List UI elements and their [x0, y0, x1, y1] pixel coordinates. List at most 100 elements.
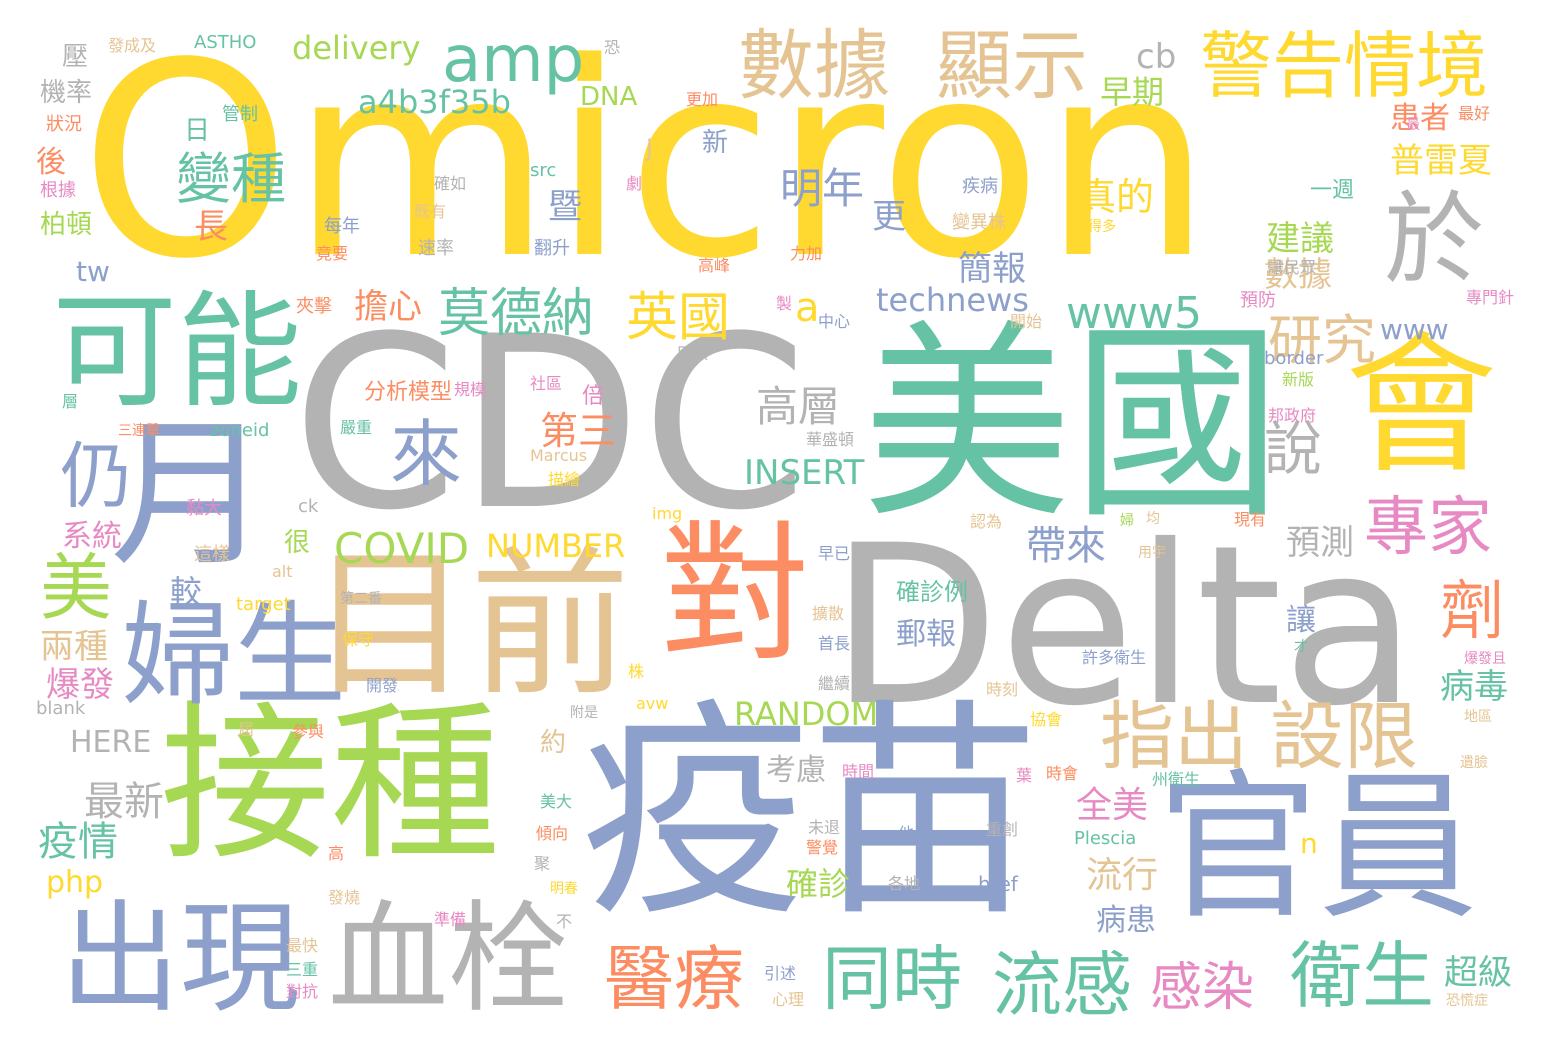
- word-reng: 仍: [60, 434, 133, 518]
- word-about: 約: [540, 728, 567, 758]
- word-sticky: 黏大: [186, 498, 222, 519]
- word-cai: 才: [1294, 639, 1308, 655]
- word-scale: 規模: [454, 380, 487, 399]
- word-appear: 出現: [60, 890, 300, 1029]
- word-super: 超級: [1444, 953, 1512, 993]
- word-alt: alt: [272, 562, 293, 581]
- word-rate: 速率: [418, 238, 454, 259]
- word-a: a: [795, 285, 820, 331]
- word-peak: 高峰: [698, 256, 731, 275]
- word-href: href: [978, 872, 1018, 896]
- word-cb: cb: [1136, 37, 1177, 77]
- word-meida: 美大: [540, 792, 573, 811]
- word-next-year: 明年: [780, 164, 865, 213]
- word-according: 根據: [40, 180, 76, 201]
- word-bei: 倍: [582, 384, 605, 409]
- word-xin: 新: [702, 128, 729, 158]
- word-geng: 更: [872, 197, 906, 237]
- word-center: 中心: [818, 312, 851, 331]
- word-hit-hard: 重創: [986, 820, 1019, 839]
- word-yu: 於: [1384, 181, 1484, 298]
- word-consider: 考慮: [766, 753, 826, 788]
- word-squeeze: 夾擊: [296, 296, 332, 317]
- word-src: src: [530, 160, 557, 181]
- word-psychology: 心理: [772, 990, 805, 1009]
- word-not: 不: [556, 912, 573, 931]
- word-gather: 聚: [534, 854, 551, 873]
- word-variant: 變種: [176, 147, 287, 211]
- word-region: 地區: [1464, 709, 1492, 725]
- word-medical: 醫療: [604, 938, 744, 1020]
- word-delivery: delivery: [292, 29, 421, 67]
- word-develop: 開發: [366, 676, 399, 695]
- word-fachengji: 發成及: [108, 36, 157, 55]
- word-cloud: Omicron CDC Delta 美國 疫苗 接種 目前 對 官員 會 月 可…: [0, 0, 1548, 1052]
- word-random: RANDOM: [734, 695, 879, 733]
- word-drama: 劇: [626, 174, 643, 193]
- word-really: 真的: [1078, 175, 1155, 219]
- word-avw: avw: [636, 694, 669, 713]
- word-continue: 繼續: [818, 674, 851, 693]
- word-make: 製: [776, 294, 793, 313]
- word-outbreak-and: 爆發且: [1464, 651, 1506, 667]
- word-variant-strain: 變異株: [952, 212, 1006, 233]
- word-possible: 可能: [52, 280, 302, 425]
- word-prevent: 預防: [1240, 290, 1276, 311]
- word-uk: 英國: [626, 288, 731, 348]
- word-limit: 設限: [1270, 694, 1418, 780]
- word-dose: 劑: [1440, 575, 1504, 649]
- word-php: php: [46, 865, 104, 900]
- word-association: 協會: [1030, 710, 1063, 729]
- word-a4b3f35b: a4b3f35b: [358, 83, 511, 121]
- word-federal: 邦政府: [1268, 406, 1317, 425]
- word-not-retreat: 未退: [808, 818, 841, 837]
- word-probability: 機率: [40, 78, 93, 108]
- word-kong: 恐: [604, 38, 621, 57]
- word-bring: 帶來: [1026, 523, 1106, 569]
- word-pulais: 普雷夏: [1390, 141, 1492, 181]
- word-ji: 暨: [548, 187, 582, 227]
- word-one-week: 一週: [1310, 178, 1355, 203]
- word-marcus: Marcus: [530, 446, 588, 465]
- word-simultaneous: 同時: [822, 938, 962, 1020]
- word-shihui: 時會: [1046, 764, 1079, 783]
- word-time: 時間: [842, 762, 875, 781]
- word-here: HERE: [70, 725, 152, 760]
- word-target: target: [236, 594, 291, 615]
- word-jun: 均: [1146, 511, 1160, 527]
- word-third: 第三: [540, 409, 617, 453]
- word-washington: 華盛頓: [806, 430, 855, 449]
- word-conservative: 保守: [342, 630, 375, 649]
- word-second: 第二番: [340, 591, 382, 607]
- word-officials: 官員: [1158, 754, 1479, 941]
- word-next-spring: 明春: [550, 881, 578, 897]
- word-vigilance: 警覺: [806, 838, 839, 857]
- word-worry: 擔心: [354, 287, 422, 327]
- word-compare: 較: [170, 573, 203, 611]
- word-let: 讓: [1286, 603, 1316, 638]
- word-ri: 日: [184, 116, 211, 146]
- word-jiao: 婦: [1120, 513, 1134, 529]
- word-situation: 疫情: [38, 819, 118, 865]
- word-flu: 流感: [992, 944, 1132, 1026]
- word-spread: 擴散: [812, 604, 845, 623]
- word-analysis-model: 分析模型: [364, 380, 453, 405]
- word-think: 認為: [970, 512, 1003, 531]
- word-public: 讓民眾: [1268, 258, 1317, 277]
- word-border: border: [1264, 348, 1324, 369]
- word-plescia: Plescia: [1074, 828, 1137, 849]
- word-ye: 葉: [1016, 766, 1033, 785]
- word-specialized: 專門針: [1466, 288, 1515, 307]
- word-covid: COVID: [334, 524, 470, 573]
- word-senior: 高層: [756, 382, 841, 431]
- word-fushi: 附是: [570, 705, 598, 721]
- word-like-this: 這樣: [194, 544, 230, 565]
- word-blank: blank: [36, 698, 86, 719]
- word-latest: 最新: [84, 779, 164, 825]
- word-many-health: 許多衛生: [1082, 648, 1147, 667]
- word-lijia: 力加: [790, 244, 823, 263]
- word-www: www: [1380, 313, 1449, 346]
- word-burton: 柏頓: [40, 210, 93, 240]
- word-say: 說: [1264, 415, 1323, 483]
- word-insert: INSERT: [744, 453, 865, 493]
